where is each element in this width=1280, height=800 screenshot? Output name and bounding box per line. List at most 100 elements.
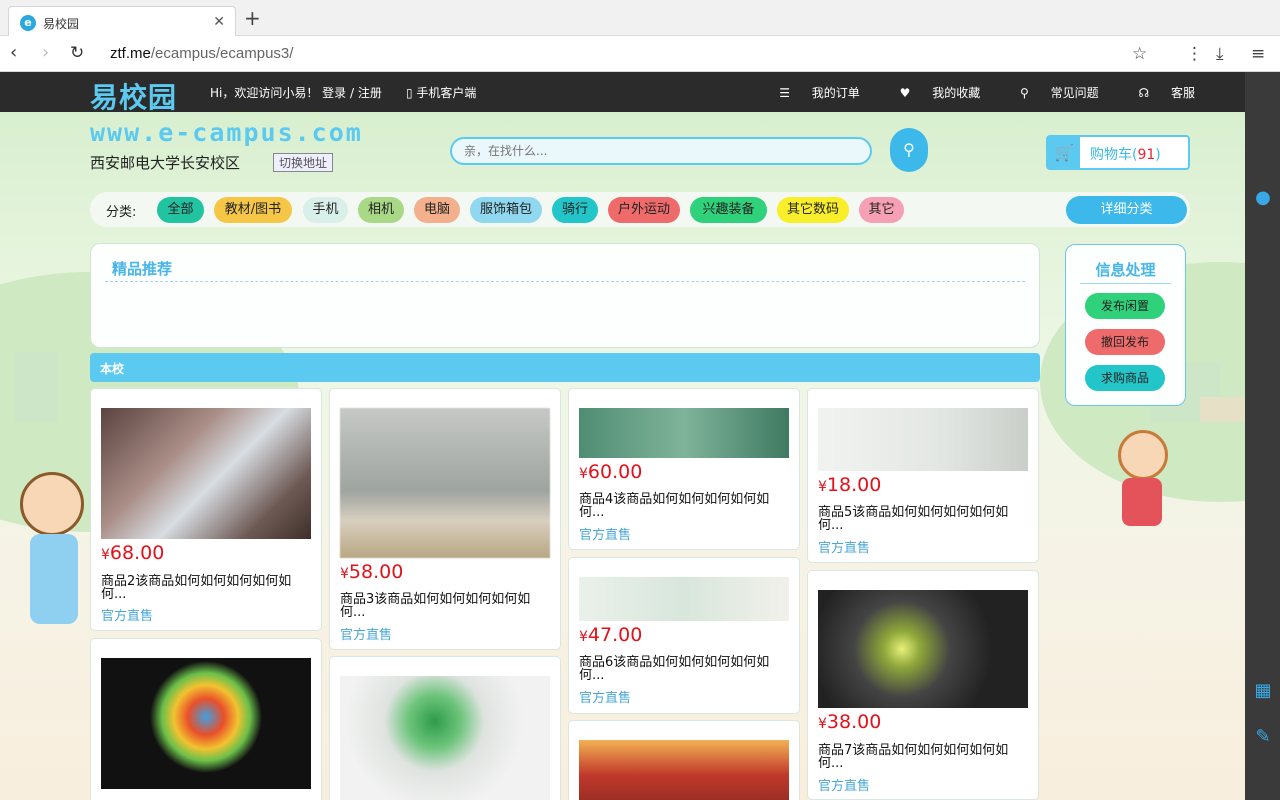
category-pill[interactable]: 骑行 bbox=[552, 197, 598, 223]
info-panel-divider bbox=[1080, 283, 1171, 284]
site-top-nav: 易校园 Hi，欢迎访问小易！ 登录 / 注册 ▯ 手机客户端 ☰ 我的订单 ♥ … bbox=[0, 72, 1245, 114]
section-header: 本校 bbox=[90, 353, 1040, 382]
publish-idle-button[interactable]: 发布闲置 bbox=[1085, 293, 1165, 319]
url-field[interactable]: ztf.me/ecampus/ecampus3/ bbox=[110, 45, 293, 62]
detail-categories-button[interactable]: 详细分类 bbox=[1066, 196, 1187, 224]
search-input[interactable] bbox=[452, 139, 870, 163]
product-card[interactable]: ¥68.00 商品2该商品如何如何如何如何如何... 官方直售 bbox=[90, 388, 322, 631]
faq-link[interactable]: ⚲ 常见问题 bbox=[1002, 86, 1099, 100]
product-image-winter-stream bbox=[101, 408, 311, 539]
wanted-goods-button[interactable]: 求购商品 bbox=[1085, 365, 1165, 391]
category-pill[interactable]: 相机 bbox=[358, 197, 404, 223]
category-pill[interactable]: 兴趣装备 bbox=[690, 197, 767, 223]
headset-icon: ☊ bbox=[1138, 86, 1153, 100]
category-pill[interactable]: 户外运动 bbox=[608, 197, 680, 223]
user-links: ☰ 我的订单 ♥ 我的收藏 ⚲ 常见问题 ☊ 客服 bbox=[743, 84, 1195, 101]
hamburger-menu-icon[interactable]: ≡ bbox=[1251, 44, 1265, 64]
mobile-client-link[interactable]: ▯ 手机客户端 bbox=[406, 84, 476, 101]
price-value: 38.00 bbox=[826, 711, 882, 733]
reload-icon[interactable]: ↻ bbox=[70, 43, 84, 63]
my-orders-link[interactable]: ☰ 我的订单 bbox=[761, 86, 860, 100]
category-pill[interactable]: 全部 bbox=[157, 197, 204, 223]
product-seller-link[interactable]: 官方直售 bbox=[818, 775, 870, 794]
close-tab-icon[interactable]: ✕ bbox=[213, 14, 225, 30]
product-seller-link[interactable]: 官方直售 bbox=[579, 687, 631, 706]
product-card[interactable]: ¥18.00 商品5该商品如何如何如何如何如何... 官方直售 bbox=[807, 388, 1039, 563]
browser-tab-bar: e 易校园 ✕ + bbox=[0, 0, 1280, 37]
forward-icon[interactable]: › bbox=[42, 43, 49, 63]
background-building bbox=[14, 352, 58, 422]
category-pill[interactable]: 教材/图书 bbox=[214, 197, 292, 223]
price-value: 60.00 bbox=[587, 461, 643, 483]
product-card[interactable] bbox=[568, 720, 800, 800]
product-card[interactable]: ¥58.00 商品3该商品如何如何如何如何如何... 官方直售 bbox=[329, 388, 561, 650]
product-price: ¥68.00 bbox=[101, 542, 164, 564]
login-register-link[interactable]: Hi，欢迎访问小易！ 登录 / 注册 bbox=[210, 84, 382, 101]
product-image-easel bbox=[579, 577, 789, 621]
cart-text: 购物车(91) bbox=[1090, 144, 1161, 164]
grid-icon[interactable]: ▦ bbox=[1254, 682, 1272, 700]
category-pill[interactable]: 其它 bbox=[859, 197, 904, 223]
bookmark-star-icon[interactable]: ☆ bbox=[1132, 44, 1147, 64]
price-value: 18.00 bbox=[826, 474, 882, 496]
mobile-client-label: 手机客户端 bbox=[416, 86, 477, 100]
product-description: 商品4该商品如何如何如何如何如何... bbox=[579, 492, 770, 520]
info-panel: 信息处理 发布闲置 撤回发布 求购商品 bbox=[1065, 244, 1186, 406]
category-pill[interactable]: 其它数码 bbox=[777, 197, 849, 223]
cart-label: 购物车( bbox=[1090, 147, 1138, 163]
product-seller-link[interactable]: 官方直售 bbox=[579, 524, 631, 543]
product-price: ¥18.00 bbox=[818, 474, 881, 496]
product-image-park-bench bbox=[579, 408, 789, 458]
list-icon: ☰ bbox=[779, 86, 794, 100]
product-description: 商品3该商品如何如何如何如何如何... bbox=[340, 592, 531, 620]
product-image-ink-bamboo bbox=[818, 408, 1028, 471]
cart-close-paren: ) bbox=[1155, 147, 1161, 163]
user-icon[interactable]: ● bbox=[1254, 189, 1272, 207]
cart-count: 91 bbox=[1137, 147, 1156, 163]
category-pill[interactable]: 服饰箱包 bbox=[470, 197, 542, 223]
heart-icon: ♥ bbox=[899, 86, 915, 100]
new-tab-button[interactable]: + bbox=[244, 8, 261, 28]
product-description: 商品7该商品如何如何如何如何如何... bbox=[818, 743, 1009, 771]
product-card[interactable]: ¥60.00 商品4该商品如何如何如何如何如何... 官方直售 bbox=[568, 388, 800, 550]
featured-panel: 精品推荐 bbox=[90, 243, 1040, 348]
menu-dots-icon[interactable]: ⋮ bbox=[1186, 44, 1203, 64]
pencil-icon[interactable]: ✎ bbox=[1254, 728, 1272, 746]
price-value: 58.00 bbox=[348, 561, 404, 583]
section-title: 本校 bbox=[100, 362, 125, 376]
price-value: 47.00 bbox=[587, 624, 643, 646]
withdraw-post-button[interactable]: 撤回发布 bbox=[1085, 329, 1165, 355]
category-pill[interactable]: 手机 bbox=[303, 197, 348, 223]
product-seller-link[interactable]: 官方直售 bbox=[818, 537, 870, 556]
product-seller-link[interactable]: 官方直售 bbox=[340, 624, 392, 643]
download-icon[interactable]: ⤓ bbox=[1216, 44, 1224, 64]
switch-address-button[interactable]: 切换地址 bbox=[273, 153, 334, 172]
currency-symbol: ¥ bbox=[340, 566, 349, 582]
search-button[interactable]: ⚲ bbox=[890, 128, 928, 172]
info-panel-title: 信息处理 bbox=[1095, 261, 1156, 279]
category-pill[interactable]: 电脑 bbox=[414, 197, 460, 223]
search-icon: ⚲ bbox=[903, 140, 915, 159]
product-image-green-glass-sculpture bbox=[340, 676, 550, 800]
cart-button[interactable]: 🛒 购物车(91) bbox=[1046, 135, 1190, 170]
faq-label: 常见问题 bbox=[1050, 86, 1099, 100]
currency-symbol: ¥ bbox=[101, 547, 110, 563]
service-link[interactable]: ☊ 客服 bbox=[1121, 86, 1196, 100]
back-icon[interactable]: ‹ bbox=[10, 43, 17, 63]
product-card[interactable]: ¥47.00 商品6该商品如何如何如何如何如何... 官方直售 bbox=[568, 557, 800, 714]
browser-tab[interactable]: e 易校园 ✕ bbox=[8, 6, 236, 37]
site-domain: www.e-campus.com bbox=[90, 118, 363, 147]
product-seller-link[interactable]: 官方直售 bbox=[101, 605, 153, 624]
background-building bbox=[1200, 397, 1245, 422]
phone-icon: ▯ bbox=[406, 86, 417, 100]
product-card[interactable] bbox=[90, 638, 322, 800]
product-image-tech-hud bbox=[818, 590, 1028, 708]
product-card[interactable] bbox=[329, 656, 561, 800]
product-image-blurred-landscape bbox=[340, 408, 550, 558]
site-logo[interactable]: 易校园 bbox=[90, 76, 177, 116]
tab-title: 易校园 bbox=[43, 17, 80, 31]
currency-symbol: ¥ bbox=[818, 716, 827, 732]
currency-symbol: ¥ bbox=[579, 466, 588, 482]
my-favorites-link[interactable]: ♥ 我的收藏 bbox=[882, 86, 981, 100]
product-card[interactable]: ¥38.00 商品7该商品如何如何如何如何如何... 官方直售 bbox=[807, 570, 1039, 800]
